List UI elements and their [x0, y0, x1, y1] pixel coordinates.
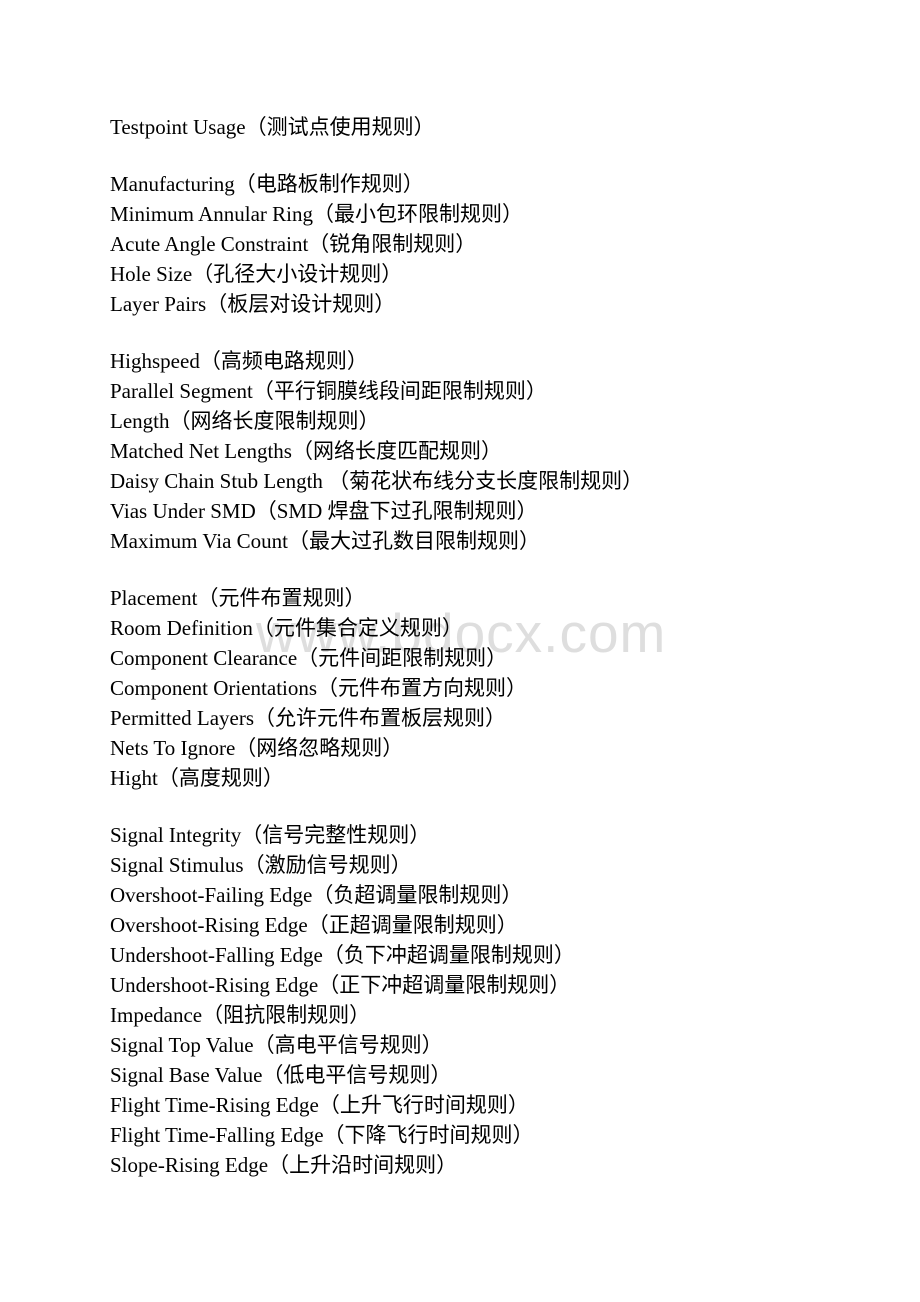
rule-item: Component Clearance（元件间距限制规则）: [110, 646, 508, 670]
rule-category-heading: Signal Integrity（信号完整性规则）: [110, 823, 431, 847]
section-manufacturing: Manufacturing（电路板制作规则） Minimum Annular R…: [110, 169, 870, 319]
rule-item: Layer Pairs（板层对设计规则）: [110, 292, 396, 316]
rule-item: Nets To Ignore（网络忽略规则）: [110, 736, 404, 760]
rule-item: Parallel Segment（平行铜膜线段间距限制规则）: [110, 379, 547, 403]
rule-item: Overshoot-Rising Edge（正超调量限制规则）: [110, 913, 518, 937]
rule-item: Flight Time-Falling Edge（下降飞行时间规则）: [110, 1123, 534, 1147]
rule-item: Undershoot-Rising Edge（正下冲超调量限制规则）: [110, 973, 571, 997]
rule-item: Overshoot-Failing Edge（负超调量限制规则）: [110, 883, 523, 907]
rule-item: Flight Time-Rising Edge（上升飞行时间规则）: [110, 1093, 529, 1117]
section-signal-integrity: Signal Integrity（信号完整性规则） Signal Stimulu…: [110, 820, 870, 1180]
rule-category-heading: Placement（元件布置规则）: [110, 586, 366, 610]
rule-item: Undershoot-Falling Edge（负下冲超调量限制规则）: [110, 943, 575, 967]
rule-item: Hole Size（孔径大小设计规则）: [110, 262, 403, 286]
rule-item: Signal Top Value（高电平信号规则）: [110, 1033, 443, 1057]
section-placement: Placement（元件布置规则） Room Definition（元件集合定义…: [110, 583, 870, 793]
rule-item: Vias Under SMD（SMD 焊盘下过孔限制规则）: [110, 499, 538, 523]
rule-item: Slope-Rising Edge（上升沿时间规则）: [110, 1153, 458, 1177]
rule-item: Component Orientations（元件布置方向规则）: [110, 676, 528, 700]
rule-category-heading: Highspeed（高频电路规则）: [110, 349, 368, 373]
rule-item: Acute Angle Constraint（锐角限制规则）: [110, 232, 477, 256]
rule-item: Testpoint Usage（测试点使用规则）: [110, 115, 435, 139]
section-testpoint: Testpoint Usage（测试点使用规则）: [110, 112, 870, 142]
rule-item: Minimum Annular Ring（最小包环限制规则）: [110, 202, 524, 226]
rule-item: Length（网络长度限制规则）: [110, 409, 380, 433]
rule-item: Maximum Via Count（最大过孔数目限制规则）: [110, 529, 541, 553]
rule-item: Permitted Layers（允许元件布置板层规则）: [110, 706, 507, 730]
rule-item: Impedance（阻抗限制规则）: [110, 1003, 371, 1027]
rule-item: Room Definition（元件集合定义规则）: [110, 616, 463, 640]
rule-item: Matched Net Lengths（网络长度匹配规则）: [110, 439, 502, 463]
rule-category-heading: Manufacturing（电路板制作规则）: [110, 172, 424, 196]
section-highspeed: Highspeed（高频电路规则） Parallel Segment（平行铜膜线…: [110, 346, 870, 556]
rule-item: Hight（高度规则）: [110, 766, 284, 790]
document-page: Testpoint Usage（测试点使用规则） Manufacturing（电…: [110, 112, 870, 1207]
rule-item: Signal Base Value（低电平信号规则）: [110, 1063, 452, 1087]
rule-item: Signal Stimulus（激励信号规则）: [110, 853, 412, 877]
rule-item: Daisy Chain Stub Length （菊花状布线分支长度限制规则）: [110, 469, 644, 493]
